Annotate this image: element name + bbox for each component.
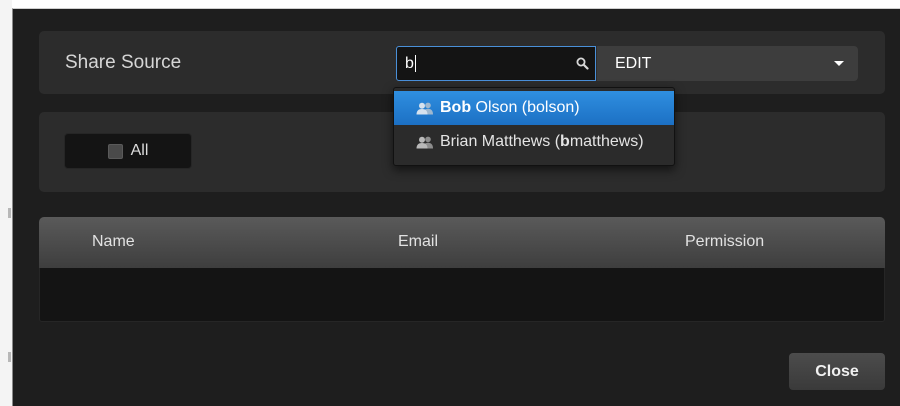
table-body — [39, 268, 885, 322]
background-artifact — [8, 208, 11, 218]
users-icon — [416, 102, 434, 115]
select-all-toggle[interactable]: All — [64, 133, 192, 169]
text-caret — [414, 54, 416, 72]
column-header-email[interactable]: Email — [398, 233, 438, 251]
column-header-name[interactable]: Name — [92, 233, 135, 251]
column-header-permission[interactable]: Permission — [685, 233, 764, 251]
table-header: Name Email Permission — [39, 217, 885, 268]
suggestion-item[interactable]: Bob Olson (bolson) — [394, 91, 674, 125]
users-icon — [416, 136, 434, 149]
all-checkbox[interactable] — [107, 143, 123, 159]
user-search-input[interactable]: b — [396, 46, 596, 81]
suggestion-label: Brian Matthews (bmatthews) — [440, 133, 644, 150]
search-value[interactable]: b — [397, 55, 569, 73]
user-suggestions-dropdown: Bob Olson (bolson) Brian Matthews (bmatt… — [393, 87, 675, 166]
share-dialog: Share Source b EDIT All Name Email Permi… — [12, 8, 900, 406]
background-edge — [0, 0, 12, 406]
share-source-title: Share Source — [65, 52, 182, 73]
shares-table: Name Email Permission — [39, 217, 885, 322]
suggestion-label: Bob Olson (bolson) — [440, 99, 580, 116]
background-artifact — [8, 352, 11, 362]
share-panel: Share Source b EDIT — [39, 31, 885, 94]
suggestion-item[interactable]: Brian Matthews (bmatthews) — [394, 125, 674, 159]
close-button[interactable]: Close — [789, 353, 885, 390]
permission-select[interactable]: EDIT — [597, 46, 858, 81]
search-icon[interactable] — [569, 57, 595, 70]
permission-value: EDIT — [615, 54, 652, 72]
all-label: All — [130, 142, 149, 159]
chevron-down-icon — [834, 61, 844, 66]
